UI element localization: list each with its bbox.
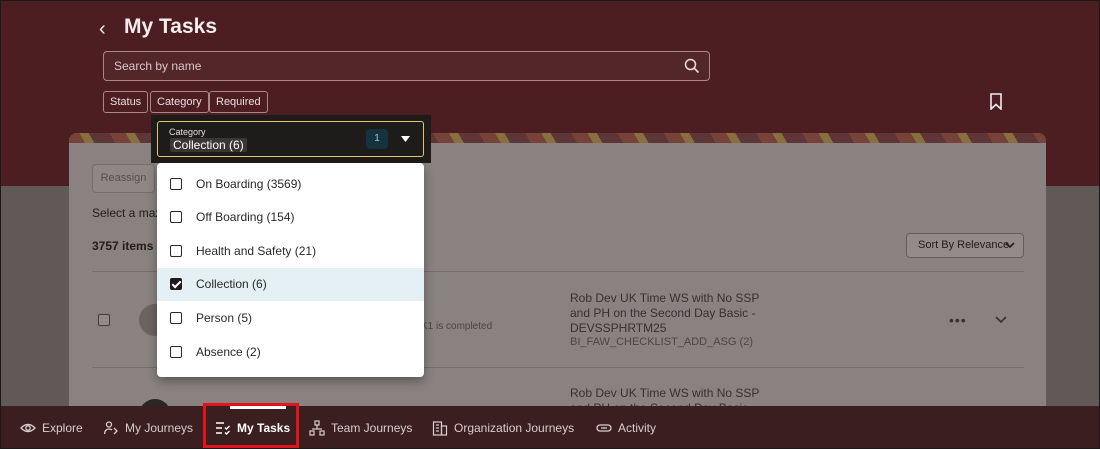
search-box: [103, 51, 710, 81]
nav-organization-journeys[interactable]: Organization Journeys: [432, 406, 575, 448]
option-label: Absence (2): [196, 345, 261, 359]
nav-team-journeys[interactable]: Team Journeys: [309, 406, 413, 448]
category-option[interactable]: Health and Safety (21): [157, 235, 424, 268]
nav-label: Organization Journeys: [454, 421, 575, 435]
nav-label: My Journeys: [125, 421, 194, 435]
filter-status[interactable]: Status: [103, 91, 149, 113]
option-checkbox[interactable]: [170, 211, 182, 223]
nav-label: Explore: [42, 421, 83, 435]
category-select[interactable]: Category Collection (6) 1: [157, 121, 424, 157]
bottom-navigation: Explore My Journeys My Tasks Team Journe…: [1, 406, 1099, 448]
person-journey-icon: [103, 421, 118, 435]
activity-icon: [596, 424, 612, 432]
option-label: Health and Safety (21): [196, 244, 317, 258]
option-checkbox-checked[interactable]: [170, 278, 182, 290]
option-label: Person (5): [196, 311, 253, 325]
category-option-selected[interactable]: Collection (6): [157, 268, 424, 301]
search-input[interactable]: [114, 52, 674, 80]
page-title: My Tasks: [124, 15, 217, 38]
selected-count-badge: 1: [366, 129, 388, 149]
bookmark-icon[interactable]: [989, 93, 1003, 110]
building-icon: [432, 421, 448, 436]
search-icon[interactable]: [684, 58, 700, 74]
team-icon: [309, 420, 325, 436]
eye-icon: [20, 423, 36, 433]
app-window: Reassign Select a maxi 3757 items Sort B…: [0, 0, 1100, 449]
option-checkbox[interactable]: [170, 346, 182, 358]
nav-explore[interactable]: Explore: [20, 406, 83, 448]
option-checkbox[interactable]: [170, 312, 182, 324]
category-option[interactable]: Off Boarding (154): [157, 201, 424, 234]
category-option[interactable]: On Boarding (3569): [157, 168, 424, 201]
filter-required[interactable]: Required: [209, 91, 268, 113]
option-checkbox[interactable]: [170, 178, 182, 190]
caret-down-icon[interactable]: [401, 136, 410, 142]
nav-label: Activity: [618, 421, 657, 435]
nav-activity[interactable]: Activity: [596, 406, 657, 448]
nav-my-journeys[interactable]: My Journeys: [103, 406, 194, 448]
filter-category[interactable]: Category: [150, 91, 209, 113]
category-option[interactable]: Absence (2): [157, 336, 424, 369]
option-checkbox[interactable]: [170, 245, 182, 257]
option-label: Off Boarding (154): [196, 210, 295, 224]
category-options-list: On Boarding (3569) Off Boarding (154) He…: [157, 163, 424, 377]
category-select-value: Collection (6): [170, 138, 247, 152]
category-option[interactable]: Person (5): [157, 302, 424, 335]
nav-label: Team Journeys: [331, 421, 413, 435]
option-label: On Boarding (3569): [196, 177, 302, 191]
option-label: Collection (6): [196, 277, 267, 291]
back-button[interactable]: ‹: [99, 18, 117, 40]
callout-highlight-box: [203, 403, 299, 448]
category-select-label: Category: [169, 127, 206, 137]
